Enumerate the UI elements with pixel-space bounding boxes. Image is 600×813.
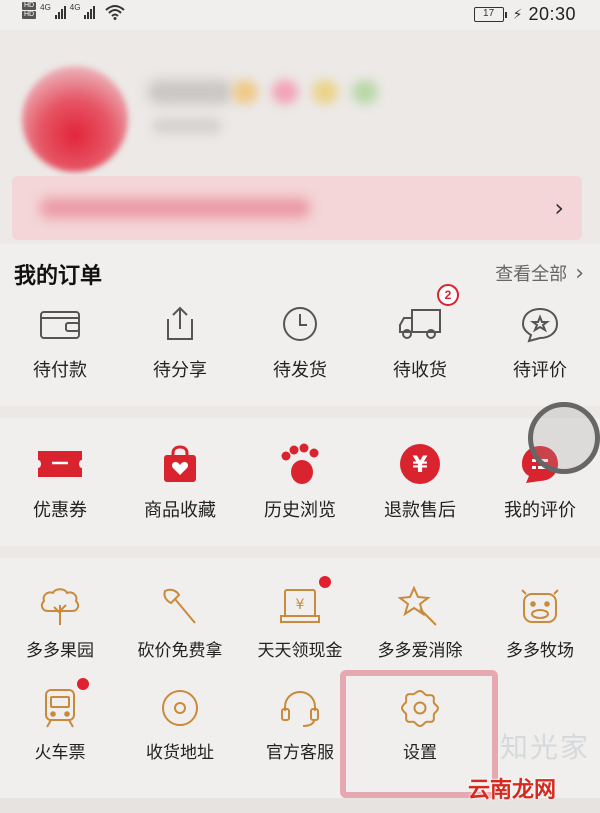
username-blurred	[148, 80, 232, 104]
chevron-right-icon: ›	[575, 260, 584, 286]
status-right: 17 ⚡ 20:30	[473, 4, 576, 25]
sim2-tag: HD	[22, 11, 37, 19]
order-pending-receipt[interactable]: 2 待收货	[360, 284, 480, 382]
service-item-label: 火车票	[34, 743, 86, 763]
svg-text:¥: ¥	[412, 453, 428, 478]
order-status-row: 待付款 待分享 待发货 2 待收货 待评价	[0, 284, 600, 382]
battery-level: 17	[473, 7, 504, 22]
profile-header: ›	[0, 30, 600, 244]
notification-dot	[319, 576, 331, 588]
sim1-tag: HD	[22, 2, 37, 10]
bargain-entry[interactable]: 砍价免费拿	[120, 582, 240, 661]
tool-item-label: 我的评价	[504, 500, 576, 521]
favorite-bag-icon	[164, 445, 196, 482]
tools-row: 优惠券 商品收藏 历史浏览 ¥ 退款售后 我的评价	[0, 440, 600, 522]
notification-dot	[77, 678, 89, 690]
orchard-entry[interactable]: 多多果园	[0, 582, 120, 661]
signal1-icon	[54, 5, 66, 19]
wifi-icon	[105, 5, 126, 20]
review-icon	[521, 307, 559, 343]
address-entry[interactable]: 收货地址	[120, 684, 240, 763]
match-game-entry[interactable]: 多多爱消除	[360, 582, 480, 661]
order-pending-shipment[interactable]: 待发货	[240, 300, 360, 382]
tool-item-label: 历史浏览	[264, 500, 336, 521]
ghost-watermark: 知光家	[500, 731, 591, 764]
tree-icon	[40, 588, 80, 625]
promo-text-blurred	[40, 198, 310, 218]
order-item-label: 待发货	[273, 360, 327, 381]
axe-icon	[163, 588, 196, 624]
train-icon	[45, 689, 75, 728]
site-watermark: 云南龙网	[468, 778, 557, 803]
truck-icon	[399, 309, 441, 339]
promo-banner[interactable]: ›	[12, 176, 582, 240]
service-item-label: 砍价免费拿	[137, 641, 223, 661]
train-tickets-entry[interactable]: 火车票	[0, 678, 120, 763]
coupons-entry[interactable]: 优惠券	[0, 440, 120, 522]
tool-item-label: 优惠券	[33, 500, 87, 521]
clock: 20:30	[528, 4, 576, 24]
service-item-label: 官方客服	[266, 743, 334, 763]
order-pending-share[interactable]: 待分享	[120, 300, 240, 382]
history-entry[interactable]: 历史浏览	[240, 440, 360, 522]
receipt-count-badge: 2	[437, 284, 459, 306]
favorites-entry[interactable]: 商品收藏	[120, 440, 240, 522]
cash-icon: ¥	[280, 589, 320, 623]
orders-title: 我的订单	[14, 264, 103, 289]
page: HD HD 4G 4G 17 ⚡ 20:30 › 我的订单 查看全部 › 待付款…	[0, 0, 600, 813]
order-item-label: 待收货	[393, 360, 447, 381]
chevron-right-icon: ›	[554, 194, 564, 222]
order-pending-payment[interactable]: 待付款	[0, 300, 120, 382]
view-all-label: 查看全部	[495, 264, 568, 285]
network2-label: 4G	[69, 3, 81, 12]
sim-tags: HD HD	[22, 2, 37, 19]
order-pending-review[interactable]: 待评价	[480, 300, 600, 382]
service-item-label: 多多爱消除	[377, 641, 463, 661]
order-item-label: 待评价	[513, 360, 567, 381]
headset-icon	[281, 690, 319, 727]
charging-icon: ⚡	[512, 6, 523, 23]
location-icon	[162, 690, 198, 726]
order-item-label: 待分享	[153, 360, 207, 381]
avatar[interactable]	[22, 66, 128, 172]
ranch-entry[interactable]: 多多牧场	[480, 582, 600, 661]
service-item-label: 多多牧场	[506, 641, 574, 661]
tool-item-label: 商品收藏	[144, 500, 216, 521]
signal2-icon	[84, 5, 96, 19]
view-all-orders-link[interactable]: 查看全部 ›	[495, 260, 584, 286]
service-item-label: 多多果园	[26, 641, 94, 661]
battery-icon: 17	[473, 7, 507, 22]
clock-icon	[283, 307, 317, 341]
subtitle-blurred	[152, 118, 222, 134]
cow-icon	[521, 589, 559, 623]
svg-text:¥: ¥	[296, 597, 305, 613]
orders-section: 我的订单 查看全部 › 待付款 待分享 待发货 2 待收货 待评价	[0, 244, 600, 406]
wallet-icon	[40, 311, 80, 339]
order-item-label: 待付款	[33, 360, 87, 381]
assistive-touch-button[interactable]	[528, 402, 600, 474]
signal-group: HD HD 4G 4G	[22, 2, 126, 20]
tools-section: 优惠券 商品收藏 历史浏览 ¥ 退款售后 我的评价	[0, 418, 600, 546]
tool-item-label: 退款售后	[384, 500, 456, 521]
badges-blurred	[232, 80, 378, 104]
daily-cash-entry[interactable]: ¥ 天天领现金	[240, 576, 360, 661]
coupon-icon	[38, 451, 82, 477]
network1-label: 4G	[40, 3, 51, 12]
footprint-icon	[281, 443, 319, 484]
refund-icon: ¥	[400, 444, 440, 484]
refund-entry[interactable]: ¥ 退款售后	[360, 440, 480, 522]
service-item-label: 收货地址	[146, 743, 214, 763]
services-row-1: 多多果园 砍价免费拿 ¥ 天天领现金 多多爱消除 多多牧场	[0, 576, 600, 661]
star-wand-icon	[398, 585, 437, 626]
service-item-label: 天天领现金	[257, 641, 343, 661]
share-icon	[167, 306, 193, 340]
status-bar: HD HD 4G 4G 17 ⚡ 20:30	[0, 0, 600, 30]
